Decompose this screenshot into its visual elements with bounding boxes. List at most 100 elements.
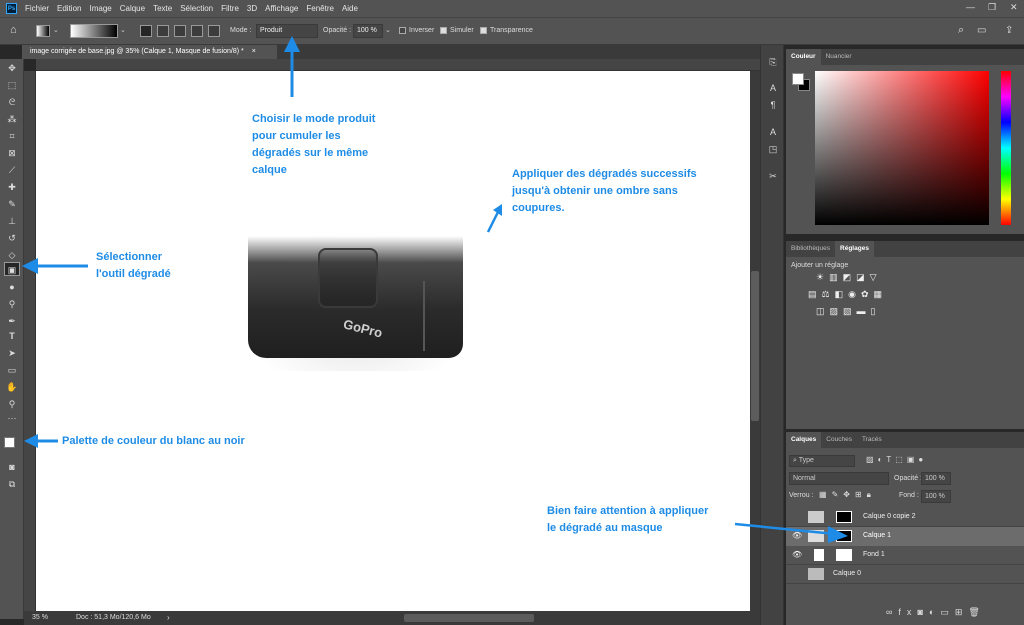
posterize-icon[interactable]: ▨ — [830, 306, 844, 316]
menu-fenetre[interactable]: Fenêtre — [306, 4, 334, 13]
history-panel-icon[interactable]: ⎘ — [767, 57, 779, 69]
exposure-icon[interactable]: ◪ — [856, 272, 870, 282]
horizontal-scroll-thumb[interactable] — [404, 614, 534, 622]
gradient-map-icon[interactable]: ▬ — [857, 306, 871, 316]
menu-fichier[interactable]: Fichier — [25, 4, 49, 13]
glyphs-panel-icon[interactable]: A — [767, 127, 779, 139]
layer-mask-thumbnail[interactable] — [836, 530, 852, 542]
chevron-down-icon[interactable]: ⌄ — [120, 26, 126, 34]
linear-gradient-icon[interactable] — [140, 25, 152, 37]
chevron-down-icon[interactable]: ⌄ — [385, 26, 391, 34]
share-icon[interactable]: ⇪ — [1005, 25, 1013, 36]
hue-slider[interactable] — [1001, 71, 1011, 225]
dodge-tool-icon[interactable]: ⚲ — [4, 297, 20, 311]
move-tool-icon[interactable]: ✥ — [4, 61, 20, 75]
vibrance-icon[interactable]: ▽ — [870, 272, 882, 282]
brush-tool-icon[interactable]: ✎ — [4, 197, 20, 211]
rectangle-tool-icon[interactable]: ▭ — [4, 363, 20, 377]
minimize-icon[interactable]: — — [966, 2, 975, 12]
layer-opacity-input[interactable]: 100 % — [921, 472, 951, 485]
layer-row[interactable]: Calque 0 copie 2 — [786, 508, 1024, 527]
eye-icon[interactable]: 👁︎ — [792, 550, 802, 559]
menu-edition[interactable]: Edition — [57, 4, 81, 13]
document-tab[interactable]: image corrigée de base.jpg @ 35% (Calque… — [22, 45, 277, 59]
menu-texte[interactable]: Texte — [153, 4, 172, 13]
delete-layer-icon[interactable]: 🗑︎ — [968, 607, 985, 617]
gradient-tool-preset-icon[interactable] — [36, 25, 50, 37]
paragraph-panel-icon[interactable]: ¶ — [767, 100, 779, 112]
filter-toggle-icon[interactable]: ● — [918, 455, 927, 464]
home-icon[interactable]: ⌂ — [10, 24, 17, 36]
quick-mask-icon[interactable]: ◙ — [4, 460, 20, 474]
layer-filter-select[interactable]: ⌕ Type — [789, 455, 855, 467]
invert-icon[interactable]: ◫ — [816, 306, 830, 316]
hand-tool-icon[interactable]: ✋ — [4, 380, 20, 394]
color-saturation-field[interactable] — [815, 71, 989, 225]
layer-row[interactable]: 👁︎ Fond 1 — [786, 546, 1024, 565]
add-mask-icon[interactable]: ◙ — [917, 607, 928, 617]
transparency-checkbox[interactable] — [480, 27, 487, 34]
tab-bibliotheques[interactable]: Bibliothèques — [786, 241, 835, 257]
tab-couleur[interactable]: Couleur — [786, 49, 821, 65]
layer-mask-thumbnail[interactable] — [836, 549, 852, 561]
simulate-checkbox[interactable] — [440, 27, 447, 34]
menu-image[interactable]: Image — [89, 4, 111, 13]
new-adjustment-icon[interactable]: ◐ — [929, 607, 940, 617]
lasso-tool-icon[interactable]: ᘓ — [4, 95, 20, 109]
type-tool-icon[interactable]: T — [4, 329, 20, 343]
curves-icon[interactable]: ◩ — [843, 272, 857, 282]
mode-select[interactable]: Produit — [256, 24, 318, 38]
zoom-tool-icon[interactable]: ⚲ — [4, 397, 20, 411]
pixel-filter-icon[interactable]: ▨ — [866, 455, 878, 464]
new-group-icon[interactable]: ▭ — [940, 607, 955, 617]
menu-filtre[interactable]: Filtre — [221, 4, 239, 13]
gradient-tool-icon[interactable]: ▣ — [4, 262, 20, 276]
eyedropper-tool-icon[interactable]: ⟋ — [4, 163, 20, 177]
menu-calque[interactable]: Calque — [120, 4, 145, 13]
eraser-tool-icon[interactable]: ◇ — [4, 248, 20, 262]
healing-brush-tool-icon[interactable]: ✚ — [4, 180, 20, 194]
foreground-color-chip[interactable] — [792, 73, 804, 85]
zoom-level[interactable]: 35 % — [32, 614, 48, 621]
blend-mode-select[interactable]: Normal — [789, 472, 889, 485]
blur-tool-icon[interactable]: ● — [4, 280, 20, 294]
screen-mode-icon[interactable]: ⧉ — [4, 477, 20, 491]
lock-position-icon[interactable]: ✥ — [843, 490, 855, 499]
clone-stamp-tool-icon[interactable]: ⊥ — [4, 214, 20, 228]
search-icon[interactable]: ⌕ — [958, 24, 964, 37]
tab-couches[interactable]: Couches — [821, 432, 857, 448]
chevron-down-icon[interactable]: ⌄ — [53, 26, 59, 34]
threshold-icon[interactable]: ▧ — [843, 306, 857, 316]
styles-panel-icon[interactable]: ◳ — [767, 144, 779, 156]
menu-3d[interactable]: 3D — [247, 4, 257, 13]
link-layers-icon[interactable]: ∞ — [886, 607, 898, 617]
tools-panel-icon[interactable]: ✂ — [767, 171, 779, 183]
marquee-tool-icon[interactable]: ⬚ — [4, 78, 20, 92]
smart-object-filter-icon[interactable]: ▣ — [907, 455, 919, 464]
tab-calques[interactable]: Calques — [786, 432, 822, 448]
tab-traces[interactable]: Tracés — [857, 432, 887, 448]
fill-input[interactable]: 100 % — [921, 490, 951, 503]
selective-color-icon[interactable]: ▯ — [871, 306, 881, 316]
menu-selection[interactable]: Sélection — [180, 4, 213, 13]
levels-icon[interactable]: ▥ — [829, 272, 843, 282]
gradient-picker[interactable] — [70, 24, 118, 38]
menu-aide[interactable]: Aide — [342, 4, 358, 13]
layer-mask-thumbnail[interactable] — [836, 511, 852, 523]
radial-gradient-icon[interactable] — [157, 25, 169, 37]
menu-affichage[interactable]: Affichage — [265, 4, 298, 13]
invert-checkbox[interactable] — [399, 27, 406, 34]
color-lookup-icon[interactable]: ▦ — [874, 289, 888, 299]
lock-artboard-icon[interactable]: ⊞ — [855, 490, 867, 499]
reflected-gradient-icon[interactable] — [191, 25, 203, 37]
history-brush-tool-icon[interactable]: ↺ — [4, 231, 20, 245]
fx-icon[interactable]: fx — [898, 607, 917, 617]
close-icon[interactable]: ✕ — [1010, 2, 1018, 13]
photo-filter-icon[interactable]: ◉ — [848, 289, 861, 299]
character-panel-icon[interactable]: A — [767, 83, 779, 95]
magic-wand-tool-icon[interactable]: ⁂ — [4, 112, 20, 126]
more-tools-icon[interactable]: ··· — [4, 411, 20, 425]
workspace-icon[interactable]: ▭ — [977, 25, 986, 36]
vertical-scrollbar[interactable] — [750, 71, 760, 612]
shape-filter-icon[interactable]: ⬚ — [895, 455, 907, 464]
